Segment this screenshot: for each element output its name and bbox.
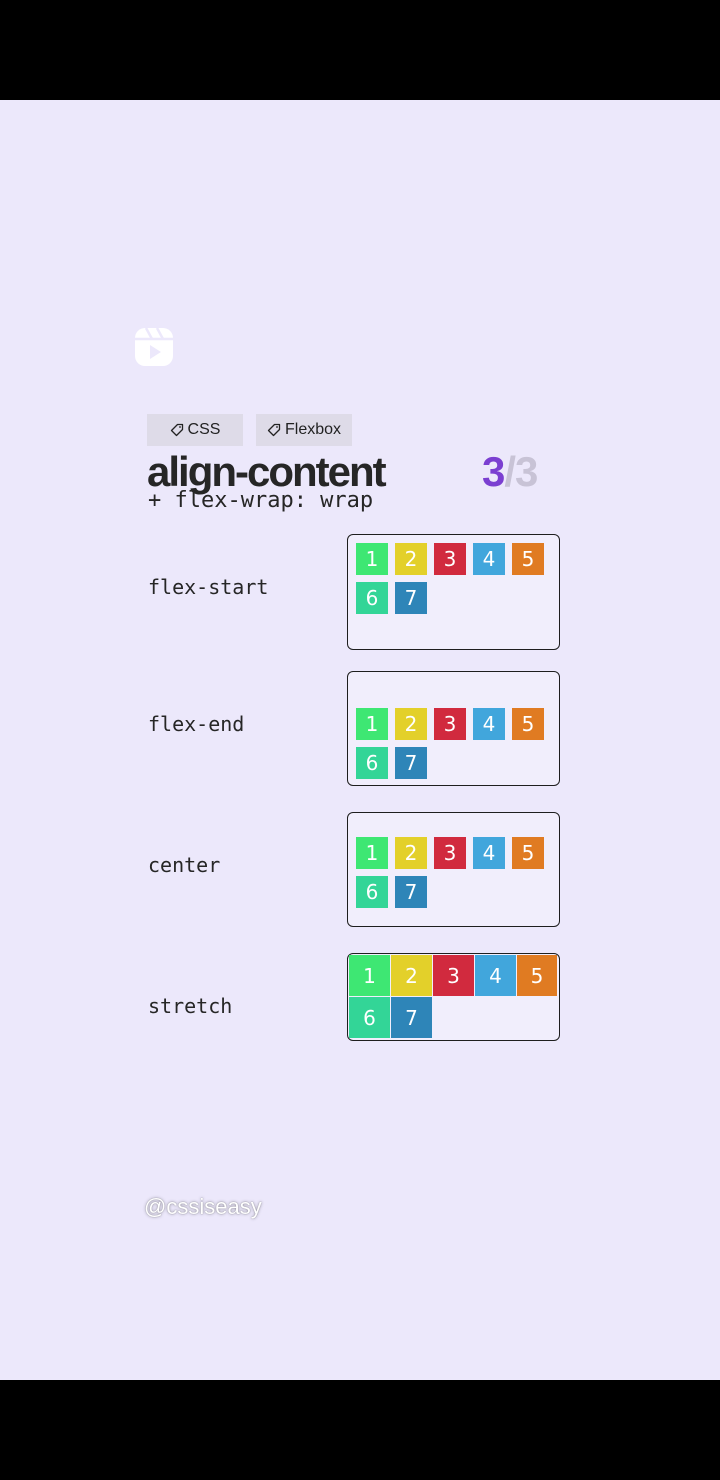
row-label-flex-end: flex-end (148, 712, 245, 736)
flex-item: 3 (434, 708, 466, 740)
reel-frame: CSS Flexbox align-content 3/3 + flex-wra… (0, 100, 720, 1380)
slide-counter: 3/3 (482, 446, 538, 498)
flex-item: 4 (473, 543, 505, 575)
flex-item: 5 (512, 708, 544, 740)
flex-item: 7 (391, 997, 432, 1038)
flex-item: 3 (433, 955, 474, 996)
tag-flexbox: Flexbox (256, 414, 352, 446)
flex-item: 2 (395, 708, 427, 740)
flex-item: 5 (512, 543, 544, 575)
flex-item: 2 (391, 955, 432, 996)
flex-item: 6 (356, 876, 388, 908)
flex-item: 3 (434, 837, 466, 869)
flex-item: 7 (395, 876, 427, 908)
flex-item: 6 (356, 582, 388, 614)
demo-box-stretch: 1 2 3 4 5 6 7 (347, 953, 560, 1041)
flex-item: 7 (395, 582, 427, 614)
flex-item: 5 (512, 837, 544, 869)
flex-item: 6 (349, 997, 390, 1038)
demo-box-flex-end: 1 2 3 4 5 6 7 (347, 671, 560, 786)
flex-item: 4 (475, 955, 516, 996)
flex-item: 1 (356, 708, 388, 740)
flex-item: 2 (395, 837, 427, 869)
flex-item: 5 (517, 955, 557, 996)
flex-item: 1 (356, 543, 388, 575)
row-label-center: center (148, 853, 221, 877)
row-label-flex-start: flex-start (148, 575, 269, 599)
navigation-bar-area (0, 1380, 720, 1480)
subtitle: + flex-wrap: wrap (148, 488, 374, 513)
flex-item: 1 (356, 837, 388, 869)
flex-item: 4 (473, 837, 505, 869)
reels-icon[interactable] (133, 326, 175, 368)
tag-css: CSS (147, 414, 243, 446)
author-handle[interactable]: @cssiseasy (144, 1194, 262, 1220)
demo-box-flex-start: 1 2 3 4 5 6 7 (347, 534, 560, 650)
demo-box-center: 1 2 3 4 5 6 7 (347, 812, 560, 927)
tag-label: Flexbox (284, 421, 342, 438)
flex-item: 7 (395, 747, 427, 779)
slide-total: 3 (515, 448, 538, 495)
slide-current: 3 (482, 448, 505, 495)
slide-separator: / (504, 448, 516, 495)
tag-icon (267, 423, 281, 437)
flex-item: 3 (434, 543, 466, 575)
flex-item: 1 (349, 955, 390, 996)
flex-item: 2 (395, 543, 427, 575)
tag-icon (170, 423, 183, 437)
row-label-stretch: stretch (148, 994, 233, 1018)
tag-label: CSS (187, 421, 221, 438)
flex-item: 6 (356, 747, 388, 779)
status-bar-area (0, 0, 720, 100)
flex-item: 4 (473, 708, 505, 740)
